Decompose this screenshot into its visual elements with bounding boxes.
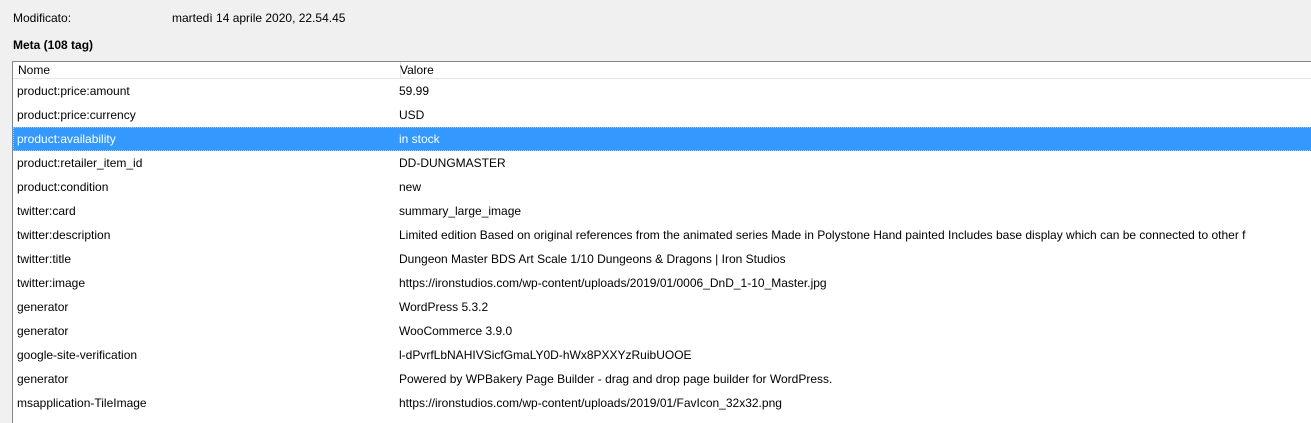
cell-value: Limited edition Based on original refere… <box>399 228 1246 242</box>
cell-name: product:retailer_item_id <box>17 156 143 170</box>
table-row[interactable]: product:availability in stock <box>13 127 1311 151</box>
table-row[interactable]: product:condition new <box>13 175 1311 199</box>
cell-name: generator <box>17 324 69 338</box>
cell-value: https://ironstudios.com/wp-content/uploa… <box>399 396 782 410</box>
table-row[interactable]: generator WordPress 5.3.2 <box>13 295 1311 319</box>
list-rows: product:price:amount 59.99 product:price:c… <box>13 79 1311 415</box>
table-row[interactable]: msapplication-TileImage https://ironstudi… <box>13 391 1311 415</box>
cell-value: USD <box>399 108 425 122</box>
cell-value: 59.99 <box>399 84 430 98</box>
cell-name: generator <box>17 372 69 386</box>
cell-value: l-dPvrfLbNAHIVSicfGmaLY0D-hWx8PXXYzRuibU… <box>399 348 692 362</box>
meta-list-view[interactable]: Nome Valore product:price:amount 59.99 pro… <box>12 61 1311 423</box>
cell-value: WooCommerce 3.9.0 <box>399 324 513 338</box>
cell-value: in stock <box>399 132 440 146</box>
cell-name: product:price:amount <box>17 84 130 98</box>
list-header: Nome Valore <box>13 62 1311 79</box>
cell-value: summary_large_image <box>399 204 522 218</box>
modified-label: Modificato: <box>13 11 72 25</box>
cell-value: DD-DUNGMASTER <box>399 156 506 170</box>
cell-value: WordPress 5.3.2 <box>399 300 489 314</box>
cell-name: generator <box>17 300 69 314</box>
modified-value: martedì 14 aprile 2020, 22.54.45 <box>172 11 346 25</box>
cell-name: product:price:currency <box>17 108 136 122</box>
cell-name: twitter:title <box>17 252 72 266</box>
column-header-value[interactable]: Valore <box>396 62 1311 78</box>
cell-name: msapplication-TileImage <box>17 396 147 410</box>
table-row[interactable]: twitter:description Limited edition Based… <box>13 223 1311 247</box>
table-row[interactable]: google-site-verification l-dPvrfLbNAHIVSi… <box>13 343 1311 367</box>
cell-value: https://ironstudios.com/wp-content/uploa… <box>399 276 827 290</box>
cell-value: Powered by WPBakery Page Builder - drag … <box>399 372 833 386</box>
table-row[interactable]: generator Powered by WPBakery Page Builde… <box>13 367 1311 391</box>
cell-name: product:availability <box>17 132 116 146</box>
cell-name: twitter:card <box>17 204 76 218</box>
table-row[interactable]: twitter:card summary_large_image <box>13 199 1311 223</box>
table-row[interactable]: product:retailer_item_id DD-DUNGMASTER <box>13 151 1311 175</box>
cell-name: twitter:description <box>17 228 111 242</box>
cell-value: new <box>399 180 422 194</box>
cell-name: twitter:image <box>17 276 86 290</box>
cell-name: google-site-verification <box>17 348 138 362</box>
cell-name: product:condition <box>17 180 109 194</box>
column-header-name[interactable]: Nome <box>13 62 401 78</box>
table-row[interactable]: twitter:title Dungeon Master BDS Art Scal… <box>13 247 1311 271</box>
modified-row: Modificato: martedì 14 aprile 2020, 22.5… <box>0 0 1311 36</box>
cell-value: Dungeon Master BDS Art Scale 1/10 Dungeo… <box>399 252 786 266</box>
meta-section-title: Meta (108 tag) <box>13 38 94 52</box>
table-row[interactable]: product:price:amount 59.99 <box>13 79 1311 103</box>
table-row[interactable]: twitter:image https://ironstudios.com/wp-… <box>13 271 1311 295</box>
table-row[interactable]: generator WooCommerce 3.9.0 <box>13 319 1311 343</box>
table-row[interactable]: product:price:currency USD <box>13 103 1311 127</box>
